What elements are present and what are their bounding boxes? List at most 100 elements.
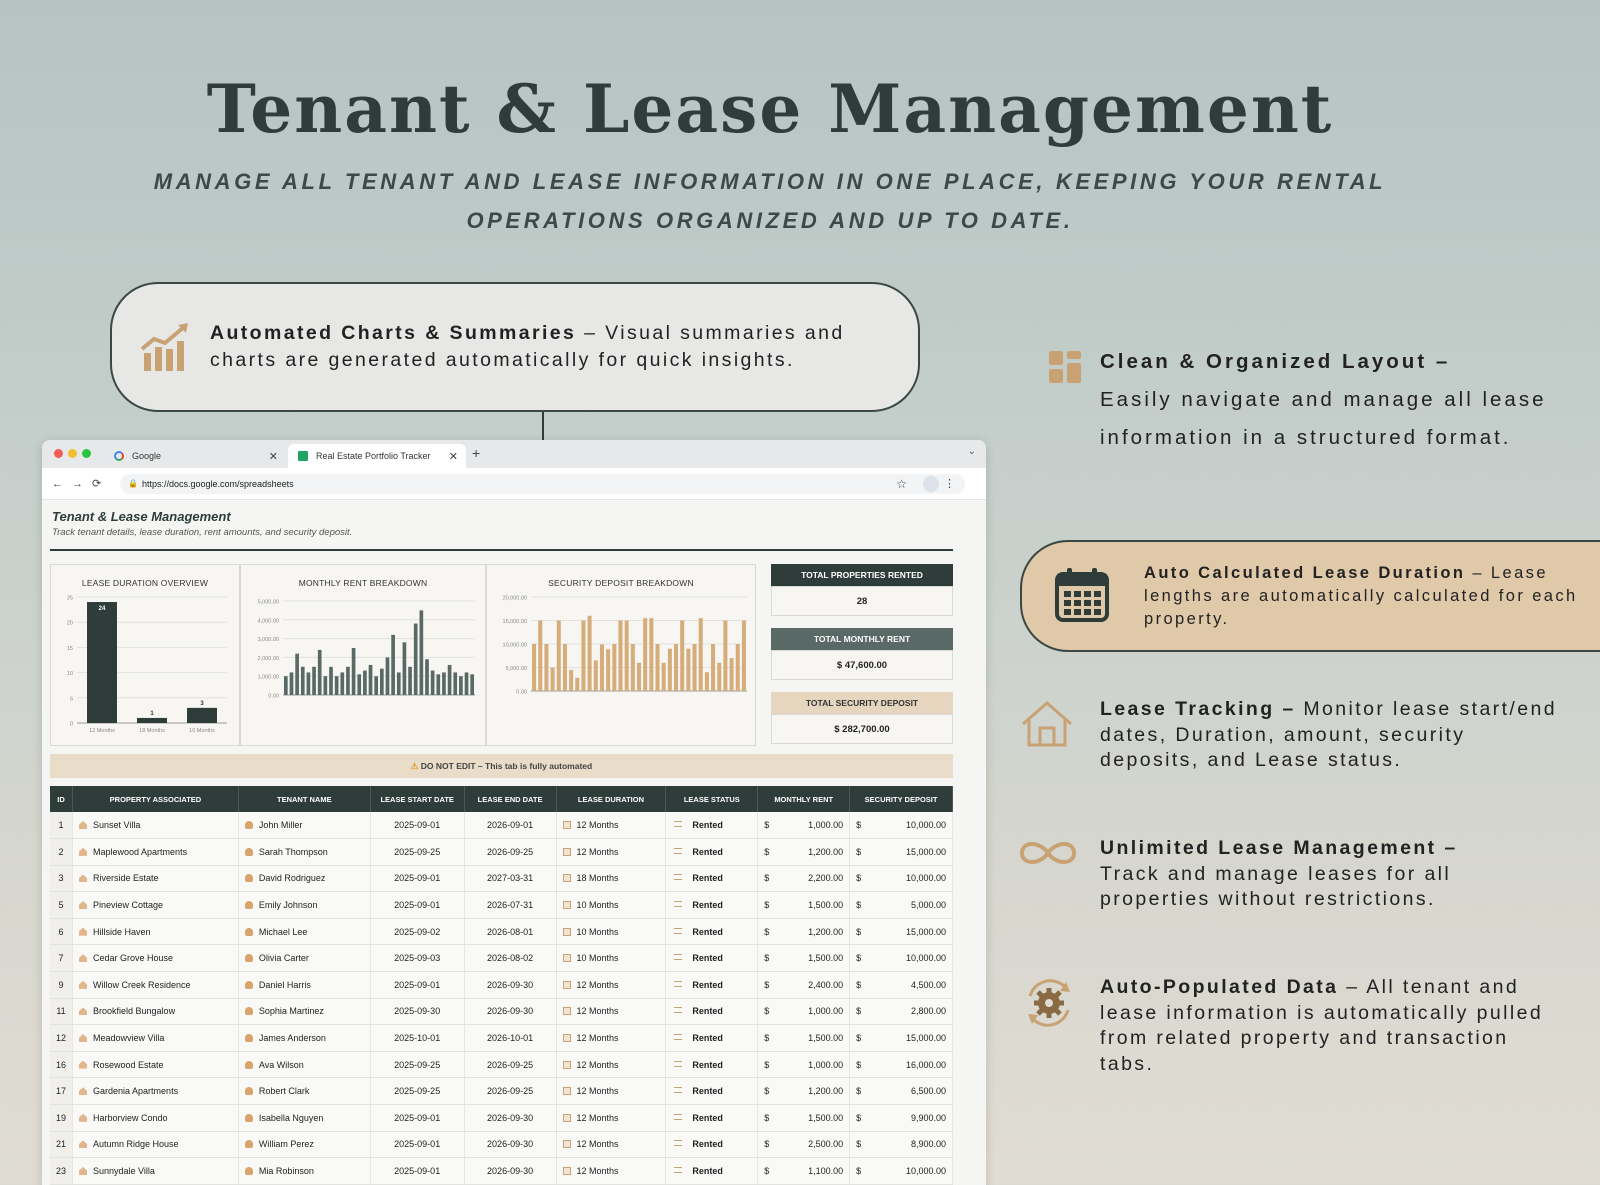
table-row[interactable]: 11 Brookfield Bungalow Sophia Martinez 2025…	[50, 998, 953, 1026]
table-cell[interactable]: 2026-09-30	[464, 971, 557, 999]
table-cell[interactable]: William Perez	[238, 1131, 371, 1159]
table-cell[interactable]: 1	[50, 812, 74, 840]
table-row[interactable]: 2 Maplewood Apartments Sarah Thompson 2025-…	[50, 838, 953, 866]
table-cell[interactable]: 2025-09-01	[370, 1157, 465, 1185]
table-cell[interactable]: 2025-09-01	[370, 1104, 465, 1132]
table-cell[interactable]: $1,500.00	[757, 891, 851, 919]
table-cell[interactable]: 2025-09-02	[370, 918, 465, 946]
table-cell[interactable]: $1,000.00	[757, 812, 851, 840]
table-cell[interactable]: Rented	[665, 971, 759, 999]
table-cell[interactable]: Michael Lee	[238, 918, 371, 946]
table-cell[interactable]: 2025-09-01	[370, 891, 465, 919]
table-cell[interactable]: Daniel Harris	[238, 971, 371, 999]
table-cell[interactable]: Sophia Martinez	[238, 998, 371, 1026]
tab-google[interactable]: Google ✕	[104, 444, 286, 468]
column-header[interactable]: LEASE DURATION	[556, 786, 667, 812]
table-cell[interactable]: Maplewood Apartments	[72, 838, 239, 866]
table-cell[interactable]: 12 Months	[556, 1104, 667, 1132]
table-cell[interactable]: $1,100.00	[757, 1157, 851, 1185]
table-cell[interactable]: $16,000.00	[849, 1051, 953, 1079]
table-cell[interactable]: 2	[50, 838, 74, 866]
column-header[interactable]: LEASE STATUS	[665, 786, 759, 812]
table-row[interactable]: 1 Sunset Villa John Miller 2025-09-01 2026-0…	[50, 812, 953, 840]
table-cell[interactable]: 2025-09-03	[370, 944, 465, 973]
table-cell[interactable]: Rented	[665, 918, 759, 946]
table-cell[interactable]: 12 Months	[556, 838, 667, 866]
table-cell[interactable]: 2027-03-31	[464, 865, 557, 893]
table-cell[interactable]: $1,200.00	[757, 918, 851, 946]
table-cell[interactable]: Sarah Thompson	[238, 838, 371, 866]
table-cell[interactable]: Rented	[665, 838, 759, 866]
table-cell[interactable]: $6,500.00	[849, 1077, 953, 1106]
column-header[interactable]: TENANT NAME	[238, 786, 371, 812]
table-cell[interactable]: 2026-08-02	[464, 944, 557, 973]
table-row[interactable]: 12 Meadowview Villa James Anderson 2025-10-…	[50, 1024, 953, 1052]
table-cell[interactable]: Rented	[665, 891, 759, 919]
reload-icon[interactable]: ⟳	[92, 478, 110, 490]
table-cell[interactable]: $15,000.00	[849, 838, 953, 866]
table-cell[interactable]: 6	[50, 918, 74, 946]
table-cell[interactable]: 2025-09-25	[370, 1051, 465, 1079]
table-row[interactable]: 7 Cedar Grove House Olivia Carter 2025-09-0…	[50, 944, 953, 973]
table-cell[interactable]: $10,000.00	[849, 1157, 953, 1185]
table-cell[interactable]: $1,500.00	[757, 944, 851, 973]
table-cell[interactable]: 2025-09-01	[370, 865, 465, 893]
table-cell[interactable]: Meadowview Villa	[72, 1024, 239, 1052]
table-cell[interactable]: Cedar Grove House	[72, 944, 239, 973]
table-cell[interactable]: 2026-09-30	[464, 998, 557, 1026]
table-cell[interactable]: Rented	[665, 1051, 759, 1079]
table-row[interactable]: 23 Sunnydale Villa Mia Robinson 2025-09-01 2…	[50, 1157, 953, 1185]
table-cell[interactable]: $2,800.00	[849, 998, 953, 1026]
table-cell[interactable]: 10 Months	[556, 918, 667, 946]
table-cell[interactable]: Rented	[665, 1024, 759, 1052]
table-cell[interactable]: Autumn Ridge House	[72, 1131, 239, 1159]
table-cell[interactable]: $1,200.00	[757, 1077, 851, 1106]
table-cell[interactable]: 2025-09-25	[370, 838, 465, 866]
avatar[interactable]	[923, 476, 939, 492]
table-cell[interactable]: Gardenia Apartments	[72, 1077, 239, 1106]
table-cell[interactable]: Rosewood Estate	[72, 1051, 239, 1079]
close-tab-icon[interactable]: ✕	[449, 450, 458, 463]
table-cell[interactable]: Ava Wilson	[238, 1051, 371, 1079]
table-cell[interactable]: 18 Months	[556, 865, 667, 893]
table-cell[interactable]: $10,000.00	[849, 812, 953, 840]
table-cell[interactable]: 2026-07-31	[464, 891, 557, 919]
table-cell[interactable]: $2,200.00	[757, 865, 851, 893]
table-cell[interactable]: $4,500.00	[849, 971, 953, 999]
table-cell[interactable]: Olivia Carter	[238, 944, 371, 973]
table-cell[interactable]: Rented	[665, 1104, 759, 1132]
table-cell[interactable]: $1,500.00	[757, 1104, 851, 1132]
table-cell[interactable]: Riverside Estate	[72, 865, 239, 893]
table-cell[interactable]: 3	[50, 865, 74, 893]
table-cell[interactable]: $10,000.00	[849, 944, 953, 973]
table-cell[interactable]: 5	[50, 891, 74, 919]
table-cell[interactable]: 16	[50, 1051, 74, 1079]
table-cell[interactable]: 2025-09-25	[370, 1077, 465, 1106]
table-cell[interactable]: 2025-09-01	[370, 812, 465, 840]
table-cell[interactable]: 10 Months	[556, 891, 667, 919]
table-cell[interactable]: 2026-08-01	[464, 918, 557, 946]
table-cell[interactable]: Rented	[665, 944, 759, 973]
table-cell[interactable]: Willow Creek Residence	[72, 971, 239, 999]
table-row[interactable]: 21 Autumn Ridge House William Perez 2025-09…	[50, 1131, 953, 1159]
table-cell[interactable]: 2026-09-25	[464, 1077, 557, 1106]
table-row[interactable]: 9 Willow Creek Residence Daniel Harris 2025…	[50, 971, 953, 999]
table-cell[interactable]: $5,000.00	[849, 891, 953, 919]
column-header[interactable]: ID	[50, 786, 74, 812]
minimize-window-button[interactable]	[68, 449, 77, 458]
table-row[interactable]: 19 Harborview Condo Isabella Nguyen 2025-09…	[50, 1104, 953, 1132]
table-cell[interactable]: 2025-09-01	[370, 971, 465, 999]
star-icon[interactable]: ☆	[896, 477, 907, 491]
table-cell[interactable]: 12 Months	[556, 1157, 667, 1185]
table-cell[interactable]: 23	[50, 1157, 74, 1185]
table-cell[interactable]: Rented	[665, 1131, 759, 1159]
table-cell[interactable]: Rented	[665, 1157, 759, 1185]
table-cell[interactable]: 2026-09-30	[464, 1157, 557, 1185]
table-row[interactable]: 3 Riverside Estate David Rodriguez 2025-09-…	[50, 865, 953, 893]
table-row[interactable]: 5 Pineview Cottage Emily Johnson 2025-09-01…	[50, 891, 953, 919]
back-icon[interactable]: ←	[52, 478, 72, 490]
table-cell[interactable]: 9	[50, 971, 74, 999]
table-cell[interactable]: $10,000.00	[849, 865, 953, 893]
column-header[interactable]: LEASE END DATE	[464, 786, 557, 812]
table-cell[interactable]: 12 Months	[556, 1077, 667, 1106]
